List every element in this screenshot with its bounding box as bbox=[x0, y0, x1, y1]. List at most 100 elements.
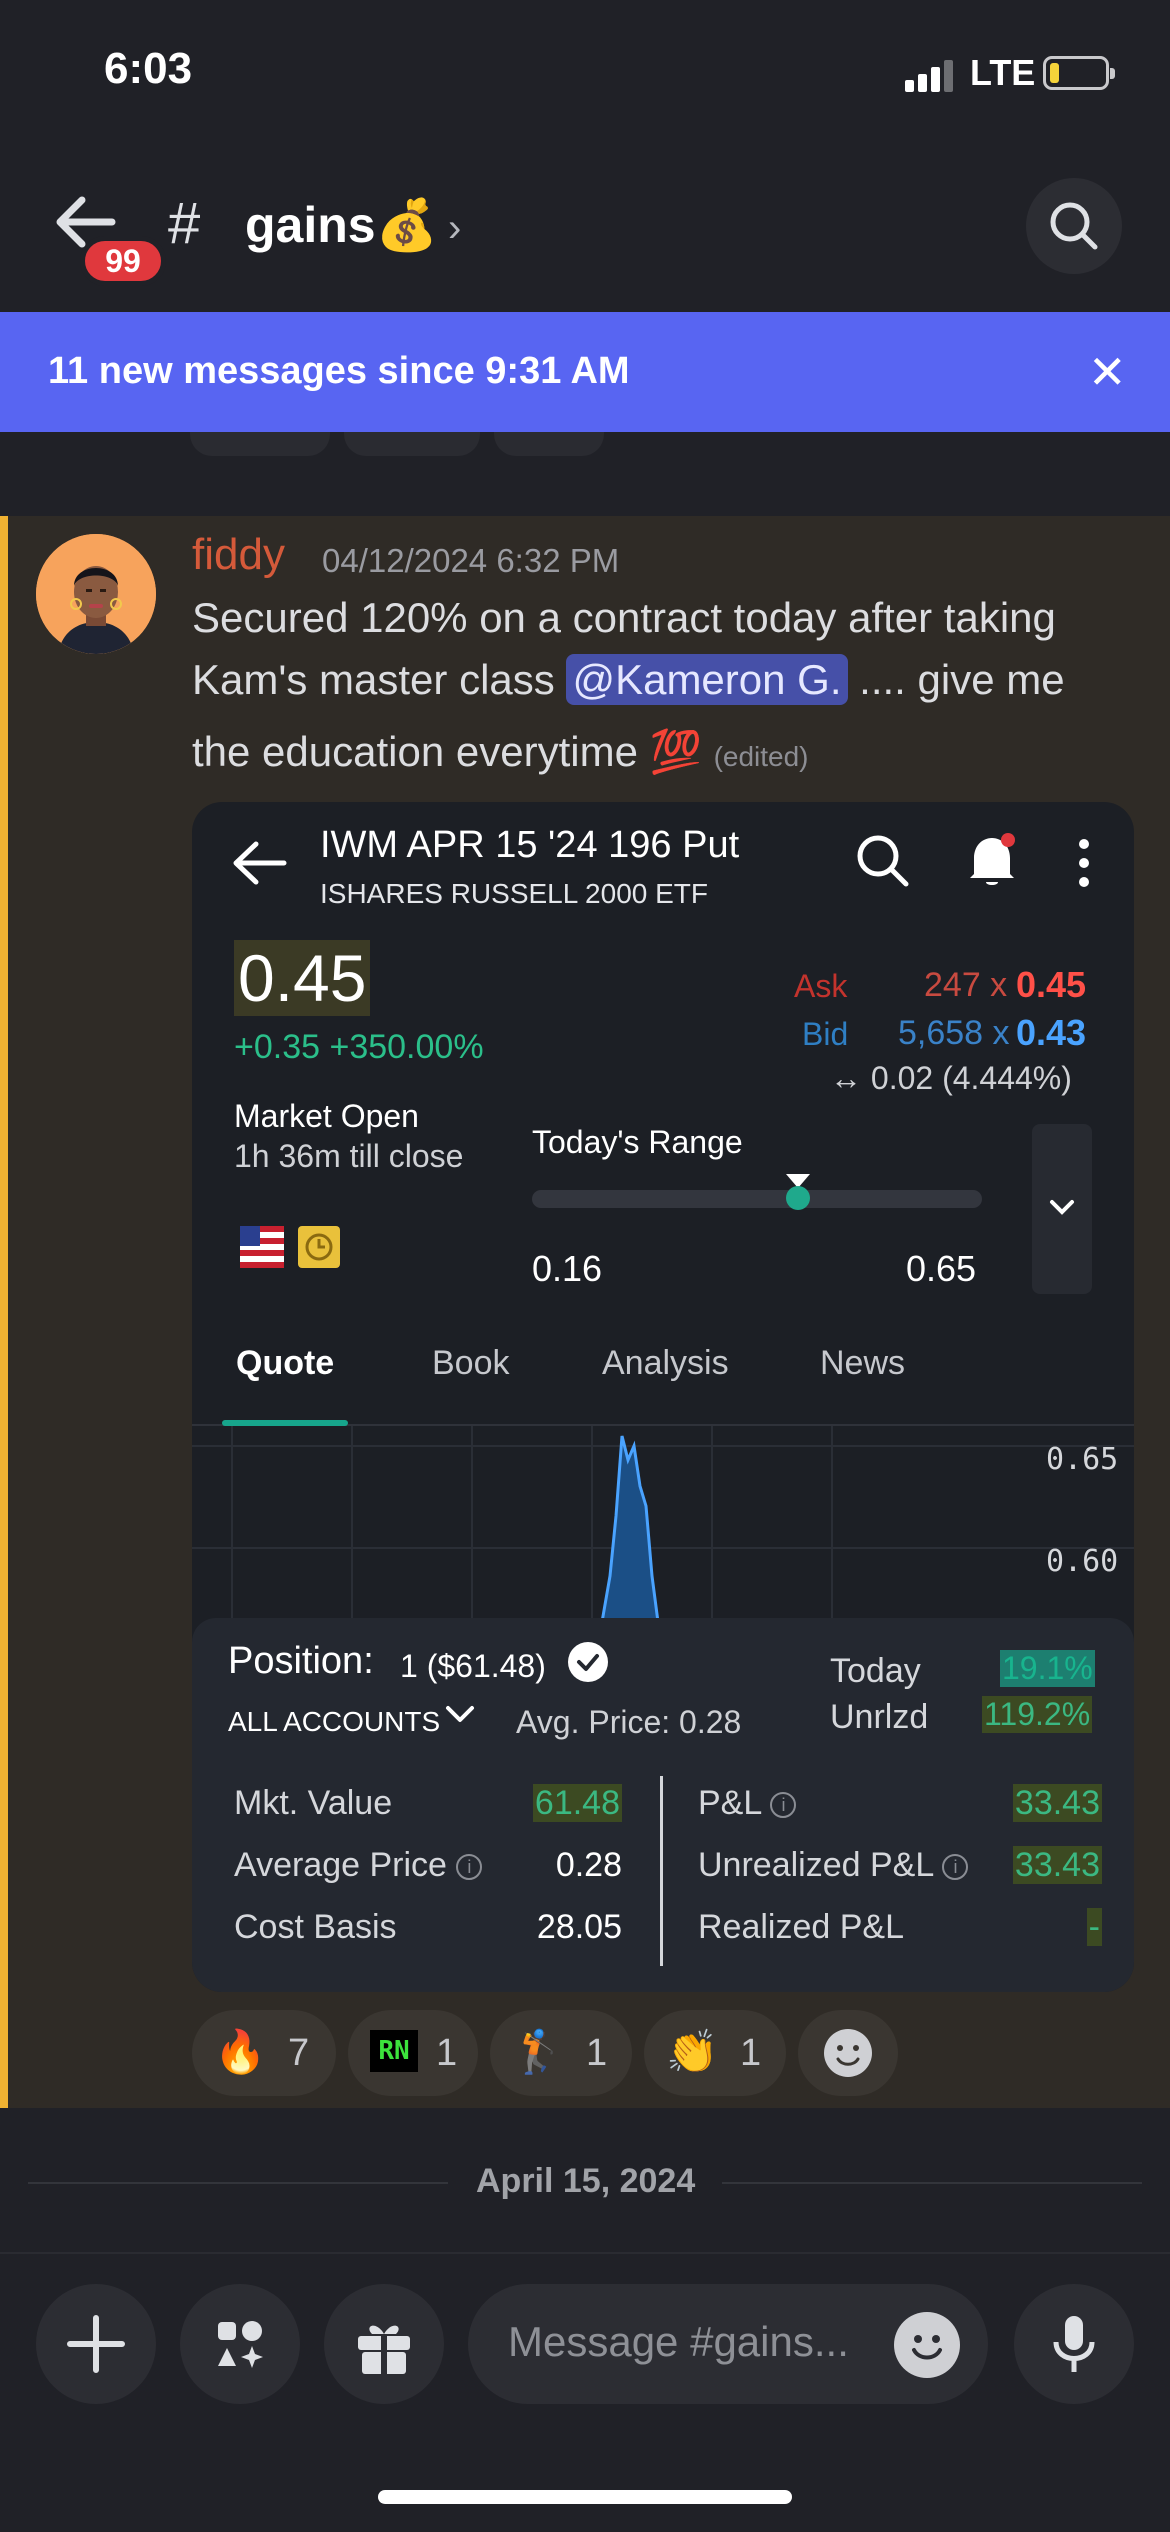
battery-icon bbox=[1043, 56, 1115, 90]
contract-title: IWM APR 15 '24 196 Put bbox=[320, 824, 740, 866]
unrealized-pnl-value: 33.43 bbox=[1012, 1846, 1102, 1884]
message-text-line: the education everytime 💯 (edited) bbox=[192, 728, 809, 777]
market-countdown: 1h 36m till close bbox=[234, 1138, 464, 1174]
golfer-icon: 🏌 bbox=[512, 2028, 565, 2075]
reaction-golfer[interactable]: 🏌 1 bbox=[490, 2010, 632, 2096]
average-price-value: 0.28 bbox=[555, 1846, 622, 1884]
range-high: 0.65 bbox=[906, 1248, 977, 1289]
ask-size: 247 x bbox=[924, 966, 1008, 1004]
tab-quote: Quote bbox=[236, 1344, 335, 1382]
mkt-value-label: Mkt. Value bbox=[234, 1784, 393, 1822]
message-text: the education everytime 💯 bbox=[192, 728, 702, 775]
position-label: Position: bbox=[228, 1640, 374, 1682]
last-price: 0.45 bbox=[234, 940, 371, 1016]
status-time: 6:03 bbox=[104, 44, 193, 93]
unrealized-value: 119.2% bbox=[982, 1696, 1093, 1733]
voice-message-button[interactable] bbox=[1014, 2284, 1134, 2404]
emoji-button[interactable] bbox=[894, 2312, 960, 2378]
range-track bbox=[532, 1190, 982, 1208]
info-icon: i bbox=[770, 1792, 797, 1819]
today-value: 19.1% bbox=[1000, 1650, 1095, 1687]
rn-emoji-icon: RN bbox=[370, 2030, 418, 2072]
check-icon bbox=[568, 1642, 608, 1682]
network-type: LTE bbox=[970, 52, 1036, 93]
divider-line bbox=[722, 2182, 1142, 2184]
chevron-right-icon[interactable]: › bbox=[448, 206, 461, 251]
clap-icon: 👏 bbox=[666, 2028, 719, 2075]
spread: ↔ 0.02 (4.444%) bbox=[830, 1060, 1072, 1096]
unrealized-label: Unrlzd bbox=[830, 1698, 929, 1736]
reaction-clap[interactable]: 👏 1 bbox=[644, 2010, 786, 2096]
channel-hash-icon: # bbox=[168, 191, 201, 256]
fire-icon: 🔥 bbox=[214, 2028, 267, 2075]
market-status: Market Open bbox=[234, 1098, 419, 1134]
close-icon[interactable]: ✕ bbox=[1088, 345, 1127, 399]
column-divider bbox=[660, 1776, 663, 1966]
channel-name[interactable]: gains💰 bbox=[245, 196, 438, 255]
divider-line bbox=[28, 2182, 448, 2184]
message-text-line: Secured 120% on a contract today after t… bbox=[192, 594, 1056, 641]
edited-label: (edited) bbox=[713, 741, 809, 772]
new-messages-text[interactable]: 11 new messages since 9:31 AM bbox=[48, 350, 630, 393]
info-icon: i bbox=[456, 1854, 483, 1881]
range-low: 0.16 bbox=[532, 1248, 603, 1289]
clock-icon bbox=[298, 1226, 340, 1268]
message-text: Kam's master class bbox=[192, 656, 567, 703]
composer-separator bbox=[0, 2252, 1170, 2254]
message-input[interactable] bbox=[508, 2318, 868, 2366]
price-chart bbox=[192, 1426, 1134, 1623]
user-mention[interactable]: @Kameron G. bbox=[566, 654, 848, 705]
reaction-rn[interactable]: RN 1 bbox=[348, 2010, 478, 2096]
apps-button[interactable] bbox=[180, 2284, 300, 2404]
price-change: +0.35 +350.00% bbox=[234, 1028, 484, 1066]
reaction-count: 1 bbox=[436, 2032, 458, 2074]
unrealized-pnl-label: Unrealized P&L i bbox=[698, 1846, 969, 1885]
reaction-count: 7 bbox=[288, 2032, 310, 2074]
attached-screenshot[interactable]: IWM APR 15 '24 196 Put ISHARES RUSSELL 2… bbox=[192, 802, 1134, 1992]
reaction-count: 1 bbox=[740, 2032, 762, 2074]
signal-icon bbox=[905, 56, 953, 92]
plus-icon bbox=[67, 2315, 125, 2373]
bell-icon bbox=[964, 830, 1020, 890]
add-reaction-button[interactable] bbox=[798, 2010, 898, 2096]
realized-pnl-label: Realized P&L bbox=[698, 1908, 905, 1946]
search-button[interactable] bbox=[1026, 178, 1122, 274]
tab-book: Book bbox=[432, 1344, 510, 1382]
ask-price: 0.45 bbox=[1016, 964, 1087, 1005]
us-flag-icon bbox=[240, 1226, 284, 1268]
message-composer[interactable] bbox=[468, 2284, 988, 2404]
message-author[interactable]: fiddy bbox=[192, 530, 285, 580]
message-text-line: Kam's master class @Kameron G. .... give… bbox=[192, 654, 1065, 705]
back-arrow-icon bbox=[230, 838, 288, 888]
bid-label: Bid bbox=[802, 1016, 849, 1052]
home-indicator bbox=[378, 2490, 792, 2504]
search-icon bbox=[854, 832, 912, 890]
search-icon bbox=[1050, 202, 1098, 250]
chevron-down-icon bbox=[1050, 1200, 1074, 1215]
pnl-label: P&L i bbox=[698, 1784, 797, 1823]
message-text: .... give me bbox=[847, 656, 1065, 703]
avatar[interactable] bbox=[36, 534, 156, 654]
message-highlight-bar bbox=[0, 516, 8, 2108]
chart-axis-label: 0.60 bbox=[1046, 1544, 1119, 1579]
cost-basis-label: Cost Basis bbox=[234, 1908, 397, 1946]
gift-icon bbox=[358, 2325, 410, 2374]
bid-price: 0.43 bbox=[1016, 1012, 1087, 1053]
add-attachment-button[interactable] bbox=[36, 2284, 156, 2404]
unread-badge: 99 bbox=[80, 236, 166, 286]
reaction-fire[interactable]: 🔥 7 bbox=[192, 2010, 336, 2096]
info-icon: i bbox=[942, 1854, 969, 1881]
microphone-icon bbox=[1053, 2316, 1095, 2372]
apps-icon bbox=[218, 2321, 263, 2368]
gift-button[interactable] bbox=[324, 2284, 444, 2404]
ask-label: Ask bbox=[794, 968, 848, 1004]
range-label: Today's Range bbox=[532, 1124, 743, 1160]
date-divider: April 15, 2024 bbox=[476, 2162, 696, 2200]
avg-price: Avg. Price: 0.28 bbox=[516, 1704, 742, 1740]
average-price-label: Average Price i bbox=[234, 1846, 483, 1885]
reaction-count: 1 bbox=[586, 2032, 608, 2074]
message-timestamp: 04/12/2024 6:32 PM bbox=[322, 542, 620, 579]
range-dot bbox=[785, 1186, 810, 1210]
previous-reactions bbox=[190, 432, 610, 456]
tab-analysis: Analysis bbox=[602, 1344, 729, 1382]
